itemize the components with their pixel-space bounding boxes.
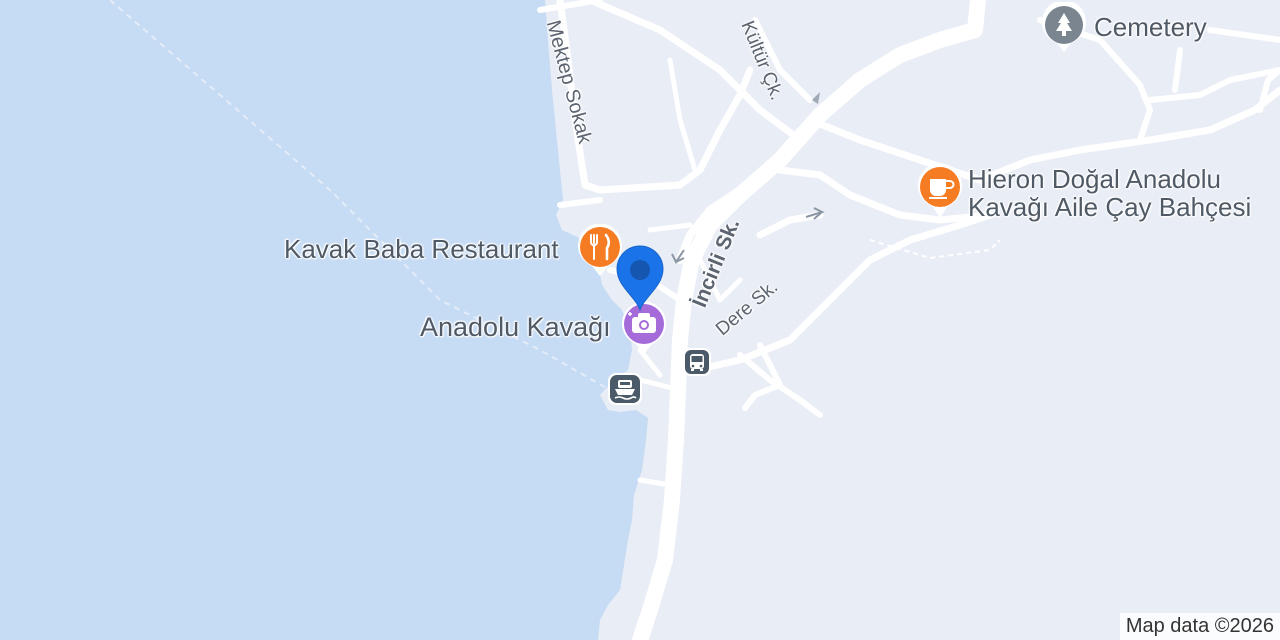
poi-label: Cemetery — [1094, 12, 1207, 42]
bus-icon[interactable] — [682, 347, 712, 377]
map-attribution: Map data ©2026 — [1119, 613, 1280, 640]
poi-label: Kavağı Aile Çay Bahçesi — [968, 192, 1252, 222]
poi-label: Kavak Baba Restaurant — [284, 234, 559, 264]
poi-label: Anadolu Kavağı — [420, 312, 611, 342]
ferry-icon[interactable] — [607, 372, 643, 406]
coffee-cup-icon — [918, 163, 962, 218]
tree-icon — [1042, 2, 1086, 52]
map-canvas[interactable]: Mektep Sokak Kültür Çk. İncirli Sk. Dere… — [0, 0, 1280, 640]
location-pin-icon[interactable] — [613, 244, 667, 314]
poi-label: Hieron Doğal Anadolu — [968, 164, 1221, 194]
